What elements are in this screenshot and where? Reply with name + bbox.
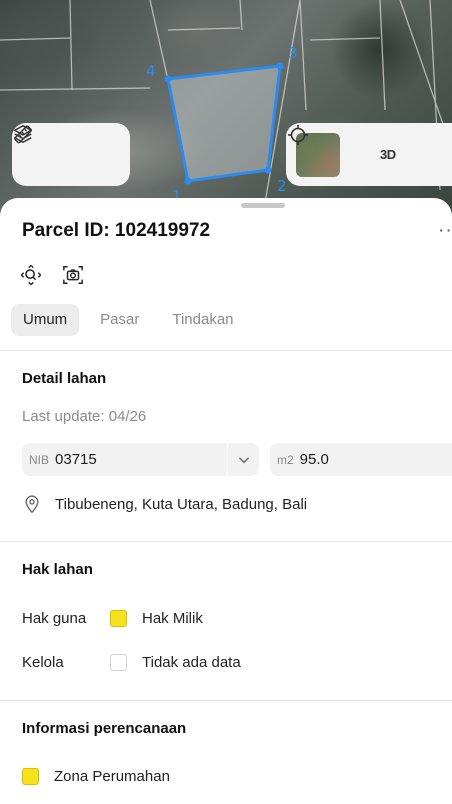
area-value: 95.0 — [299, 451, 329, 468]
color-swatch — [22, 768, 39, 785]
sheet-drag-handle[interactable] — [241, 203, 285, 208]
screenshot-icon — [63, 266, 83, 284]
tab-bar: Umum Pasar Tindakan — [11, 304, 255, 336]
zone-row: Zona Perumahan — [22, 768, 170, 785]
vertex-label-3: 3 — [288, 44, 298, 62]
map-view-controls: 3D — [286, 123, 452, 186]
color-swatch — [110, 610, 127, 627]
area-unit: m2 — [277, 452, 294, 467]
nib-value: 03715 — [55, 451, 97, 468]
crosshair-icon — [288, 125, 308, 145]
vertex-label-4: 4 — [146, 62, 156, 80]
ruler-icon — [14, 125, 32, 144]
detail-heading: Detail lahan — [22, 370, 107, 387]
map-view[interactable]: 4 3 2 1 3D — [0, 0, 452, 220]
parcel-tools — [20, 264, 84, 286]
parcel-title: Parcel ID: 102419972 — [22, 220, 211, 241]
more-options-button[interactable]: ·· — [438, 220, 452, 242]
parcel-boundaries — [0, 0, 452, 220]
planning-heading: Informasi perencanaan — [22, 720, 187, 737]
location-text: Tibubeneng, Kuta Utara, Badung, Bali — [55, 495, 308, 513]
rights-row-kelola: Kelola Tidak ada data — [22, 654, 241, 671]
divider — [0, 700, 452, 701]
color-swatch — [110, 654, 127, 671]
chevron-down-icon — [238, 457, 249, 463]
location-row: Tibubeneng, Kuta Utara, Badung, Bali — [22, 494, 307, 514]
zoom-to-parcel-icon — [20, 264, 42, 286]
area-field[interactable]: m2 95.0 — [270, 443, 452, 476]
divider — [0, 541, 452, 542]
zone-text: Zona Perumahan — [54, 768, 170, 785]
divider — [0, 350, 452, 351]
nib-prefix: NIB — [29, 452, 50, 467]
vertex-label-2: 2 — [277, 177, 287, 195]
tab-umum[interactable]: Umum — [11, 304, 80, 336]
rights-label: Kelola — [22, 654, 64, 671]
map-tools-panel — [12, 123, 130, 186]
last-update-text: Last update: 04/26 — [22, 408, 147, 425]
rights-label: Hak guna — [22, 610, 87, 627]
zoom-to-parcel-button[interactable] — [20, 264, 42, 286]
nib-dropdown-button[interactable] — [227, 443, 259, 476]
nib-select[interactable]: NIB 03715 — [22, 443, 228, 476]
rights-heading: Hak lahan — [22, 561, 93, 578]
rights-value: Hak Milik — [142, 610, 203, 627]
rights-row-hak-guna: Hak guna Hak Milik — [22, 610, 203, 627]
parcel-detail-sheet: Parcel ID: 102419972 ·· Umum Pasar Tinda… — [0, 198, 452, 804]
3d-toggle-button[interactable]: 3D — [380, 147, 396, 162]
tab-tindakan[interactable]: Tindakan — [160, 304, 245, 336]
rights-value: Tidak ada data — [142, 654, 241, 671]
screenshot-button[interactable] — [62, 264, 84, 286]
location-pin-icon — [25, 495, 39, 514]
tab-pasar[interactable]: Pasar — [88, 304, 151, 336]
